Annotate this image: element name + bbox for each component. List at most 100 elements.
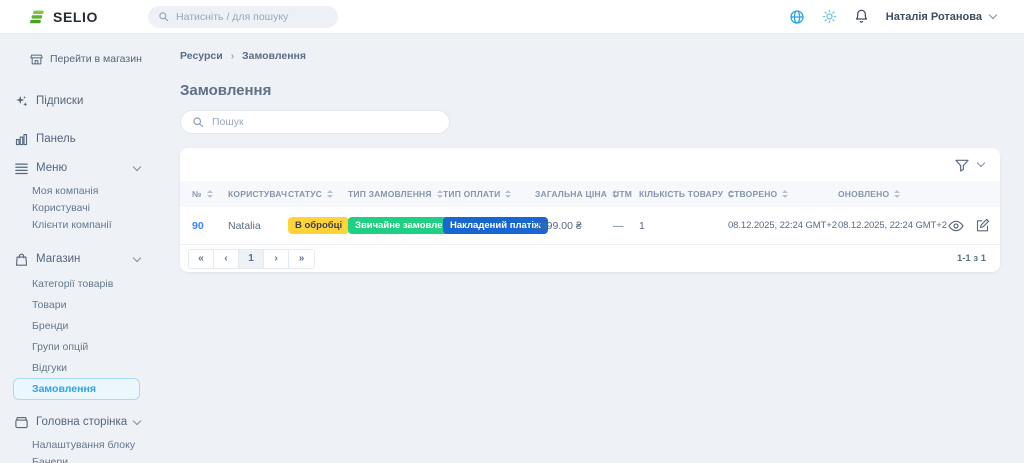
sidebar-submenu-shop: Категорії товарів Товари Бренди Групи оп…	[0, 273, 152, 399]
order-user: Natalia	[228, 220, 288, 232]
sidebar-go-to-store-label: Перейти в магазин	[50, 53, 142, 65]
sidebar-item-label: Підписки	[34, 95, 140, 107]
col-order-type: ТИП ЗАМОВЛЕННЯ	[348, 189, 443, 199]
table-toolbar	[180, 148, 1000, 181]
browser-window-icon	[13, 415, 30, 430]
order-utm: —	[613, 220, 639, 232]
brand-name: SELIO	[53, 9, 98, 25]
global-search[interactable]	[148, 6, 338, 28]
sort-icon[interactable]	[327, 190, 333, 198]
user-menu[interactable]: Наталія Ротанова	[886, 11, 996, 23]
menu-lines-icon	[13, 161, 30, 176]
search-icon	[158, 11, 169, 22]
bar-chart-icon	[13, 132, 30, 147]
language-globe-icon[interactable]	[789, 9, 805, 25]
sidebar-item-company-clients[interactable]: Клієнти компанії	[0, 216, 152, 233]
sidebar-submenu-menu: Моя компанія Користувачі Клієнти компані…	[0, 182, 152, 233]
sidebar-section-menu[interactable]: Меню	[0, 158, 152, 178]
topbar: SELIO	[0, 0, 1024, 34]
sidebar-section-label: Магазин	[34, 253, 130, 265]
sort-icon[interactable]	[505, 190, 511, 198]
table-search[interactable]	[180, 110, 450, 134]
sidebar-item-product-categories[interactable]: Категорії товарів	[0, 273, 152, 294]
brand-logo[interactable]: SELIO	[0, 9, 148, 25]
sort-icon[interactable]	[782, 190, 788, 198]
pagination: « ‹ 1 › »	[188, 249, 315, 269]
global-search-input[interactable]	[176, 11, 328, 23]
sidebar-section-shop[interactable]: Магазин	[0, 249, 152, 269]
sidebar-item-products[interactable]: Товари	[0, 294, 152, 315]
order-total: 2999.00 ₴	[535, 220, 613, 232]
breadcrumb-resources[interactable]: Ресурси	[180, 50, 223, 62]
filter-funnel-icon[interactable]	[954, 157, 970, 173]
chevron-down-icon	[989, 11, 997, 19]
user-name: Наталія Ротанова	[886, 11, 982, 23]
pagination-info: 1-1 з 1	[957, 253, 986, 264]
chevron-down-icon	[133, 162, 141, 170]
table-search-input[interactable]	[212, 116, 438, 128]
chevron-down-icon[interactable]	[977, 159, 985, 167]
edit-pencil-icon[interactable]	[975, 218, 990, 234]
col-status: СТАТУС	[288, 189, 348, 199]
col-created: СТВОРЕНО	[728, 189, 838, 199]
order-id-link[interactable]: 90	[192, 220, 204, 232]
view-eye-icon[interactable]	[948, 218, 964, 234]
pagination-next-button[interactable]: ›	[264, 250, 289, 268]
col-number: №	[192, 189, 228, 199]
table-footer: « ‹ 1 › » 1-1 з 1	[180, 244, 1000, 272]
sort-icon[interactable]	[437, 190, 443, 198]
pagination-first-button[interactable]: «	[189, 250, 214, 268]
table-row: 90 Natalia В обробці Звичайне замовлення…	[180, 207, 1000, 244]
chevron-down-icon	[133, 253, 141, 261]
row-actions	[948, 218, 1000, 234]
breadcrumb-orders: Замовлення	[242, 50, 306, 62]
storefront-icon	[30, 53, 43, 66]
payment-type-badge: Накладений платіж	[443, 217, 548, 235]
status-badge: В обробці	[288, 217, 349, 235]
sidebar-item-orders-wrap: Замовлення	[0, 378, 152, 399]
col-user: КОРИСТУВАЧ	[228, 189, 288, 199]
sidebar-item-subscriptions[interactable]: Підписки	[0, 91, 152, 111]
sidebar-item-brands[interactable]: Бренди	[0, 315, 152, 336]
sort-icon[interactable]	[207, 190, 213, 198]
order-updated: 08.12.2025, 22:24 GMT+2	[838, 220, 948, 231]
sidebar-section-label: Меню	[34, 162, 130, 174]
search-icon	[192, 116, 204, 128]
pagination-last-button[interactable]: »	[289, 250, 314, 268]
shopping-bag-icon	[13, 252, 30, 267]
sidebar-item-option-groups[interactable]: Групи опцій	[0, 336, 152, 357]
sparkles-icon	[13, 94, 30, 109]
sidebar-item-orders-active[interactable]: Замовлення	[13, 378, 140, 400]
breadcrumb: Ресурси › Замовлення	[180, 50, 1000, 62]
sidebar-go-to-store[interactable]: Перейти в магазин	[30, 49, 152, 69]
topbar-actions: Наталія Ротанова	[789, 9, 1024, 25]
col-total-price: ЗАГАЛЬНА ЦІНА	[535, 189, 613, 199]
col-payment-type: ТИП ОПЛАТИ	[443, 189, 535, 199]
page-title: Замовлення	[180, 82, 1000, 99]
sidebar-item-users[interactable]: Користувачі	[0, 199, 152, 216]
notifications-bell-icon[interactable]	[854, 9, 869, 24]
main-content: Ресурси › Замовлення Замовлення	[152, 34, 1024, 463]
order-quantity: 1	[639, 220, 728, 232]
sidebar-item-block-settings[interactable]: Налаштування блоку	[0, 436, 152, 453]
sidebar-item-banners[interactable]: Банери	[0, 453, 152, 463]
selio-logo-icon	[30, 9, 46, 25]
sidebar: Перейти в магазин Підписки Панель	[0, 34, 152, 463]
col-quantity: КІЛЬКІСТЬ ТОВАРУ	[639, 189, 728, 199]
theme-sun-icon[interactable]	[822, 9, 837, 24]
sidebar-item-reviews[interactable]: Відгуки	[0, 357, 152, 378]
pagination-page-1[interactable]: 1	[239, 250, 264, 268]
sidebar-item-my-company[interactable]: Моя компанія	[0, 182, 152, 199]
order-created: 08.12.2025, 22:24 GMT+2	[728, 220, 838, 231]
pagination-prev-button[interactable]: ‹	[214, 250, 239, 268]
table-header-row: № КОРИСТУВАЧ СТАТУС ТИП ЗАМОВЛЕННЯ ТИП О…	[180, 181, 1000, 207]
sidebar-item-label: Панель	[34, 133, 140, 145]
breadcrumb-separator: ›	[231, 51, 234, 62]
sidebar-submenu-homepage: Налаштування блоку Банери	[0, 436, 152, 463]
sidebar-item-dashboard[interactable]: Панель	[0, 129, 152, 149]
col-utm: UTM	[613, 189, 639, 199]
chevron-down-icon	[133, 416, 141, 424]
sidebar-section-homepage[interactable]: Головна сторінка	[0, 412, 152, 432]
sort-icon[interactable]	[894, 190, 900, 198]
orders-table-card: № КОРИСТУВАЧ СТАТУС ТИП ЗАМОВЛЕННЯ ТИП О…	[180, 148, 1000, 272]
